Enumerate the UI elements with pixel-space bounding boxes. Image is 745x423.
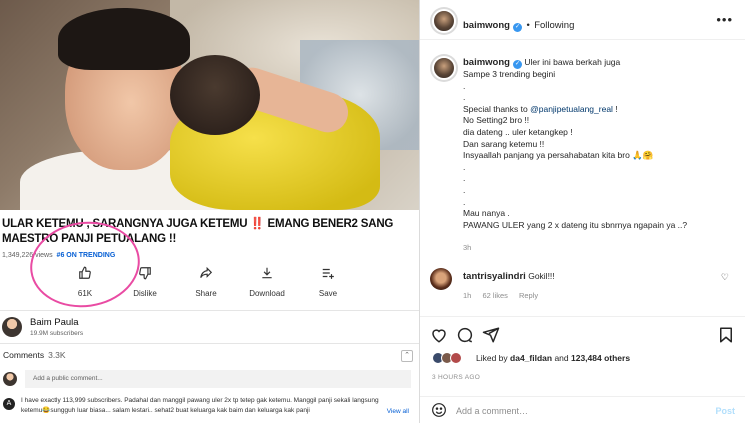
share-icon[interactable] <box>482 326 500 344</box>
share-label: Share <box>195 289 217 298</box>
video-actions: 61K Dislike Share Download Save <box>0 266 419 306</box>
like-count: 61K <box>77 289 93 298</box>
verified-badge-icon: ✓ <box>512 23 522 32</box>
download-icon <box>242 266 292 286</box>
caption-line: ! <box>612 103 618 114</box>
caption-line: Special thanks to <box>463 103 531 114</box>
comments-header[interactable]: Comments 3.3K ⌃ <box>3 350 415 364</box>
thumbs-down-icon <box>120 266 170 286</box>
instagram-panel: baimwong ✓ • Following ••• baimwong ✓ Uler… <box>420 0 745 423</box>
caption-line: Uler ini bawa berkah juga <box>521 57 621 67</box>
more-options-icon[interactable]: ••• <box>716 12 733 27</box>
video-thumbnail[interactable] <box>0 0 419 210</box>
caption-end: Mau nanya . PAWANG ULER yang 2 x dateng … <box>463 208 688 230</box>
liked-by-label: Liked by <box>476 353 511 363</box>
add-comment-input[interactable]: Add a comment… <box>456 406 528 416</box>
reply-button[interactable]: Reply <box>519 291 538 300</box>
add-public-comment-input[interactable]: Add a public comment... <box>25 370 411 388</box>
post-time: 3 HOURS AGO <box>432 374 481 381</box>
download-button[interactable]: Download <box>242 266 292 298</box>
post-header: baimwong ✓ • Following ••• <box>420 0 745 40</box>
liked-by-and: and <box>552 353 571 363</box>
save-label: Save <box>318 289 338 298</box>
verified-badge-icon: ✓ <box>512 60 522 69</box>
channel-avatar[interactable] <box>2 317 22 337</box>
comment-text: I have exactly 113,999 subscribers. Pada… <box>21 397 379 414</box>
save-button[interactable]: Save <box>303 266 353 298</box>
comment-body: tantrisyalindri Gokil!!! <box>463 271 555 282</box>
commenter-avatar[interactable]: A <box>3 398 15 410</box>
divider <box>0 343 419 344</box>
child-head <box>170 55 260 135</box>
caption-line: Sampe 3 trending begini <box>463 69 556 79</box>
divider <box>0 310 419 311</box>
bookmark-icon[interactable] <box>717 326 735 344</box>
liker-avatar[interactable] <box>450 352 462 364</box>
download-label: Download <box>249 289 285 298</box>
comment-bar: Add a comment… Post <box>420 396 745 423</box>
view-all-link[interactable]: View all <box>387 408 409 415</box>
expand-icon[interactable]: ⌃ <box>401 350 413 362</box>
separator-dot: • <box>526 20 530 31</box>
comments-count: 3.3K <box>48 350 66 360</box>
share-icon <box>181 266 231 286</box>
emoji-icon[interactable] <box>431 402 447 418</box>
subscriber-count: 19.9M subscribers <box>30 330 84 337</box>
comment-time: 1h <box>463 291 472 300</box>
double-exclamation-icon: ‼️ <box>250 218 265 230</box>
caption-dots: . . <box>463 80 466 103</box>
caption-timestamp: 3h <box>463 243 472 252</box>
caption-username[interactable]: baimwong <box>463 57 510 68</box>
post-button[interactable]: Post <box>715 406 735 416</box>
comments-label: Comments <box>3 350 45 360</box>
post-actions <box>420 316 745 352</box>
author-username[interactable]: baimwong <box>463 20 510 31</box>
share-button[interactable]: Share <box>181 266 231 298</box>
caption-avatar[interactable] <box>430 54 458 82</box>
commenter-username[interactable]: tantrisyalindri <box>463 271 526 282</box>
heart-icon[interactable] <box>430 326 448 344</box>
post-image: › ULAR KETEMU , SARANGNYA JUGA KETEMU ‼️… <box>0 0 420 423</box>
comment-likes[interactable]: 62 likes <box>482 291 507 300</box>
following-button[interactable]: Following <box>534 20 574 31</box>
likes-row: Liked by da4_fildan and 123,484 others <box>432 352 732 368</box>
man-hair <box>58 8 190 70</box>
video-title-text: ULAR KETEMU , SARANGNYA JUGA KETEMU <box>2 218 251 230</box>
dislike-label: Dislike <box>133 289 157 298</box>
comment-icon[interactable] <box>456 326 474 344</box>
like-button[interactable]: 61K <box>60 266 110 298</box>
likes-text: Liked by da4_fildan and 123,484 others <box>476 353 630 363</box>
liked-by-count[interactable]: 123,484 others <box>571 353 630 363</box>
commenter-avatar[interactable] <box>430 268 452 290</box>
author-line: baimwong ✓ • Following <box>463 15 574 33</box>
caption: baimwong ✓ Uler ini bawa berkah juga Samp… <box>463 57 733 231</box>
dislike-button[interactable]: Dislike <box>120 266 170 298</box>
liked-by-user[interactable]: da4_fildan <box>510 353 552 363</box>
user-avatar <box>3 372 17 386</box>
comment-text: Gokil!!! <box>528 271 555 281</box>
thumbs-up-icon <box>60 266 110 286</box>
comment-heart-icon[interactable]: ♡ <box>721 272 729 283</box>
author-avatar[interactable] <box>430 7 458 35</box>
mention-link[interactable]: @panjipetualang_real <box>530 104 613 114</box>
comment-meta: 1h 62 likes Reply <box>463 291 547 300</box>
add-comment-row: Add a public comment... <box>3 370 411 388</box>
caption-body: No Setting2 bro !! dia dateng .. uler ke… <box>463 115 654 207</box>
channel-name[interactable]: Baim Paula <box>30 317 79 328</box>
save-icon <box>303 266 353 286</box>
